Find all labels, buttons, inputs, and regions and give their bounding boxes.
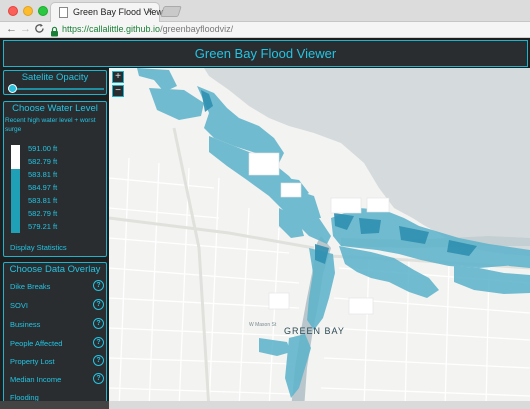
url-field[interactable]: https://callalittle.github.io/greenbayfl… — [48, 24, 528, 37]
window-maximize-button[interactable] — [38, 6, 48, 16]
browser-tab[interactable]: Green Bay Flood Viewer × — [50, 2, 171, 22]
opacity-panel: Satelite Opacity — [3, 70, 107, 95]
help-icon[interactable]: ? — [93, 280, 104, 291]
water-level-bar-highlight — [11, 145, 20, 169]
overlay-item-property-lost[interactable]: Property Lost ? — [10, 355, 104, 369]
url-path: /greenbayfloodviz/ — [160, 24, 234, 34]
browser-window: Green Bay Flood Viewer × ← → https://cal… — [0, 0, 530, 409]
water-level-option[interactable]: 582.79 ft — [28, 157, 57, 166]
app-title: Green Bay Flood Viewer — [194, 46, 337, 61]
tab-title: Green Bay Flood Viewer — [73, 7, 171, 17]
overlay-label: People Affected — [10, 339, 63, 348]
tab-close-icon[interactable]: × — [147, 6, 153, 17]
url-host: https://callalittle.github.io — [62, 24, 161, 34]
help-icon[interactable]: ? — [93, 337, 104, 348]
map-bottom-edge — [109, 401, 530, 409]
water-level-option[interactable]: 584.97 ft — [28, 183, 57, 192]
water-level-option[interactable]: 582.79 ft — [28, 209, 57, 218]
overlay-label: SOVI — [10, 301, 28, 310]
new-tab-button[interactable] — [160, 6, 182, 17]
city-label: GREEN BAY — [284, 326, 345, 336]
overlay-label: Dike Breaks — [10, 282, 51, 291]
page-icon — [59, 7, 68, 18]
water-level-option[interactable]: 583.81 ft — [28, 170, 57, 179]
overlay-label: Property Lost — [10, 357, 55, 366]
overlay-label: Median Income — [10, 375, 62, 384]
window-bottom-edge — [0, 401, 530, 409]
overlay-item-sovi[interactable]: SOVI ? — [10, 299, 104, 313]
tab-bar: Green Bay Flood Viewer × — [0, 0, 530, 22]
help-icon[interactable]: ? — [93, 299, 104, 310]
help-icon[interactable]: ? — [93, 355, 104, 366]
street-label: W Mason St — [249, 322, 277, 328]
back-arrow-icon[interactable]: ← — [6, 23, 17, 36]
reload-icon[interactable] — [34, 23, 45, 38]
opacity-slider[interactable] — [8, 84, 104, 93]
overlay-item-dike-breaks[interactable]: Dike Breaks ? — [10, 280, 104, 294]
help-icon[interactable]: ? — [93, 373, 104, 384]
water-level-option[interactable]: 583.81 ft — [28, 196, 57, 205]
opacity-panel-title: Satelite Opacity — [21, 72, 89, 83]
flood-map[interactable]: GREEN BAY W Mason St — [109, 68, 530, 409]
overlay-item-median-income[interactable]: Median Income ? — [10, 373, 104, 387]
slider-thumb[interactable] — [8, 84, 17, 93]
water-level-option[interactable]: 579.21 ft — [28, 222, 57, 231]
forward-arrow-icon[interactable]: → — [20, 23, 31, 36]
lock-icon — [50, 24, 59, 37]
zoom-in-button[interactable]: + — [112, 71, 124, 83]
water-panel-title: Choose Water Level — [12, 103, 98, 114]
slider-track[interactable] — [8, 88, 104, 90]
overlay-label: Business — [10, 320, 41, 329]
zoom-out-button[interactable]: − — [112, 85, 124, 97]
overlay-panel-title: Choose Data Overlay — [9, 264, 101, 275]
window-minimize-button[interactable] — [23, 6, 33, 16]
window-close-button[interactable] — [8, 6, 18, 16]
help-icon[interactable]: ? — [93, 318, 104, 329]
water-level-option[interactable]: 591.00 ft — [28, 144, 57, 153]
display-statistics-link[interactable]: Display Statistics — [10, 243, 67, 252]
map-canvas: GREEN BAY W Mason St — [109, 68, 530, 409]
water-level-description: Recent high water level + worst surge — [5, 117, 96, 133]
overlay-item-people-affected[interactable]: People Affected ? — [10, 337, 104, 351]
app-header: Green Bay Flood Viewer — [3, 40, 528, 67]
url-text: https://callalittle.github.io/greenbayfl… — [62, 24, 233, 35]
water-level-panel: Choose Water Level Recent high water lev… — [3, 101, 107, 257]
data-overlay-panel: Choose Data Overlay Dike Breaks ? SOVI ?… — [3, 262, 107, 409]
overlay-item-business[interactable]: Business ? — [10, 318, 104, 332]
address-bar: ← → https://callalittle.github.io/greenb… — [0, 22, 530, 38]
